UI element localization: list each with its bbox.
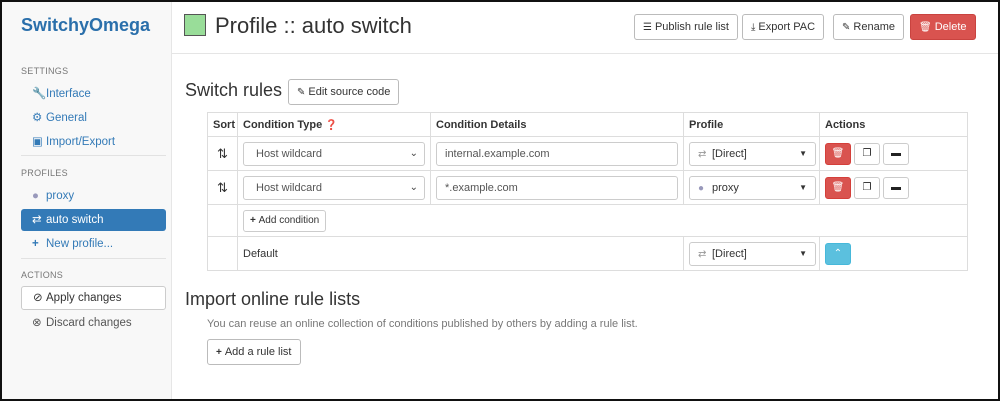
import-rule-lists-title: Import online rule lists <box>185 289 361 309</box>
profile-select[interactable]: ⇄ [Direct] ▼ <box>689 141 816 166</box>
sidebar-item-general[interactable]: ⚙ General <box>21 107 166 129</box>
delete-button[interactable]: 🗑 Delete <box>910 14 976 40</box>
help-icon[interactable]: ❓ <box>325 120 337 131</box>
profiles-header: PROFILES <box>21 168 68 178</box>
caret-down-icon: ▼ <box>799 182 807 192</box>
comment-rule-button[interactable]: ▬ <box>883 176 909 199</box>
settings-header: SETTINGS <box>21 66 69 76</box>
column-header-sort: Sort <box>207 112 238 137</box>
publish-rule-list-button[interactable]: ☰ Publish rule list <box>634 14 738 40</box>
caret-down-icon: ▼ <box>799 148 807 158</box>
sidebar-item-new-profile[interactable]: + New profile... <box>21 233 166 255</box>
profile-color-swatch[interactable] <box>184 14 206 36</box>
brand-logo[interactable]: SwitchyOmega <box>21 15 150 36</box>
column-header-condition-details: Condition Details <box>430 112 684 137</box>
wrench-icon: 🔧 <box>32 88 47 100</box>
floppy-icon: ▣ <box>32 136 43 148</box>
chevron-up-button[interactable]: ⌃ <box>825 242 851 265</box>
chevron-up-icon: ⌃ <box>833 247 843 259</box>
add-condition-button[interactable]: + Add condition <box>243 209 327 232</box>
copy-icon: ❐ <box>862 181 872 193</box>
gear-icon: ⚙ <box>32 112 43 124</box>
sidebar-item-interface[interactable]: 🔧Interface <box>21 83 166 105</box>
condition-details-input[interactable]: internal.example.com <box>436 141 678 166</box>
condition-details-input[interactable]: *.example.com <box>436 175 678 200</box>
comment-icon: ▬ <box>891 181 901 193</box>
sidebar-item-proxy[interactable]: ● proxy <box>21 185 166 207</box>
condition-type-select[interactable]: Host wildcard ⌄ <box>243 175 425 200</box>
delete-rule-button[interactable]: 🗑 <box>825 142 851 165</box>
chevron-down-icon: ⌄ <box>409 147 418 159</box>
condition-type-select[interactable]: Host wildcard ⌄ <box>243 141 425 166</box>
add-condition-row: + Add condition <box>207 204 968 237</box>
edit-icon: ✎ <box>842 22 851 33</box>
nav-divider <box>21 258 166 259</box>
globe-icon: ● <box>698 182 705 194</box>
comment-rule-button[interactable]: ▬ <box>883 142 909 165</box>
plus-icon: + <box>250 214 259 226</box>
nav-divider <box>21 155 166 156</box>
retweet-icon: ⇄ <box>32 214 42 226</box>
export-pac-button[interactable]: ⤓ Export PAC <box>742 14 825 40</box>
actions-header: ACTIONS <box>21 270 64 280</box>
default-rule-row: Default ⇄ [Direct] ▼ ⌃ <box>207 236 968 271</box>
import-description: You can reuse an online collection of co… <box>207 318 638 330</box>
check-circle-icon: ⊘ <box>33 292 43 304</box>
default-profile-select[interactable]: ⇄ [Direct] ▼ <box>689 241 816 266</box>
discard-changes-button[interactable]: ⊗ Discard changes <box>21 312 166 334</box>
clone-rule-button[interactable]: ❐ <box>854 142 880 165</box>
list-icon: ☰ <box>643 22 652 33</box>
caret-down-icon: ▼ <box>799 248 807 258</box>
column-header-actions: Actions <box>819 112 968 137</box>
add-rule-list-button[interactable]: + Add a rule list <box>207 339 301 365</box>
column-header-profile: Profile <box>683 112 820 137</box>
sort-handle-icon[interactable]: ⇅ <box>213 146 232 162</box>
clone-rule-button[interactable]: ❐ <box>854 176 880 199</box>
rename-button[interactable]: ✎ Rename <box>833 14 904 40</box>
retweet-icon: ⇄ <box>698 148 707 160</box>
sort-handle-icon[interactable]: ⇅ <box>213 180 232 196</box>
retweet-icon: ⇄ <box>698 248 707 260</box>
switch-rules-table: Sort Condition Type ❓ Condition Details … <box>207 112 968 271</box>
sidebar: SwitchyOmega SETTINGS 🔧Interface ⚙ Genera… <box>2 2 172 399</box>
globe-icon: ● <box>32 190 39 202</box>
chevron-down-icon: ⌄ <box>409 181 418 193</box>
edit-source-code-button[interactable]: ✎ Edit source code <box>288 79 400 105</box>
page-title: Profile :: auto switch <box>215 13 412 38</box>
copy-icon: ❐ <box>862 147 872 159</box>
profile-select[interactable]: ● proxy ▼ <box>689 175 816 200</box>
column-header-condition-type: Condition Type ❓ <box>237 112 431 137</box>
table-row: ⇅ Host wildcard ⌄ *.example.com ● proxy ▼ 🗑… <box>207 170 968 205</box>
table-row: ⇅ Host wildcard ⌄ internal.example.com ⇄[… <box>207 136 968 171</box>
trash-icon: 🗑 <box>919 22 932 33</box>
apply-changes-button[interactable]: ⊘ Apply changes <box>21 286 166 310</box>
plus-icon: + <box>32 238 39 250</box>
trash-icon: 🗑 <box>831 181 845 193</box>
x-circle-icon: ⊗ <box>32 317 42 329</box>
edit-icon: ✎ <box>297 87 306 98</box>
sidebar-item-auto-switch[interactable]: ⇄ auto switch <box>21 209 166 231</box>
default-label: Default <box>237 236 684 271</box>
delete-rule-button[interactable]: 🗑 <box>825 176 851 199</box>
plus-icon: + <box>216 347 222 358</box>
comment-icon: ▬ <box>891 147 901 159</box>
download-icon: ⤓ <box>751 22 756 33</box>
page-header: Profile :: auto switch ☰ Publish rule lis… <box>172 2 998 54</box>
sidebar-item-import-export[interactable]: ▣ Import/Export <box>21 131 166 153</box>
switch-rules-title: Switch rules <box>185 80 283 100</box>
trash-icon: 🗑 <box>831 147 845 159</box>
